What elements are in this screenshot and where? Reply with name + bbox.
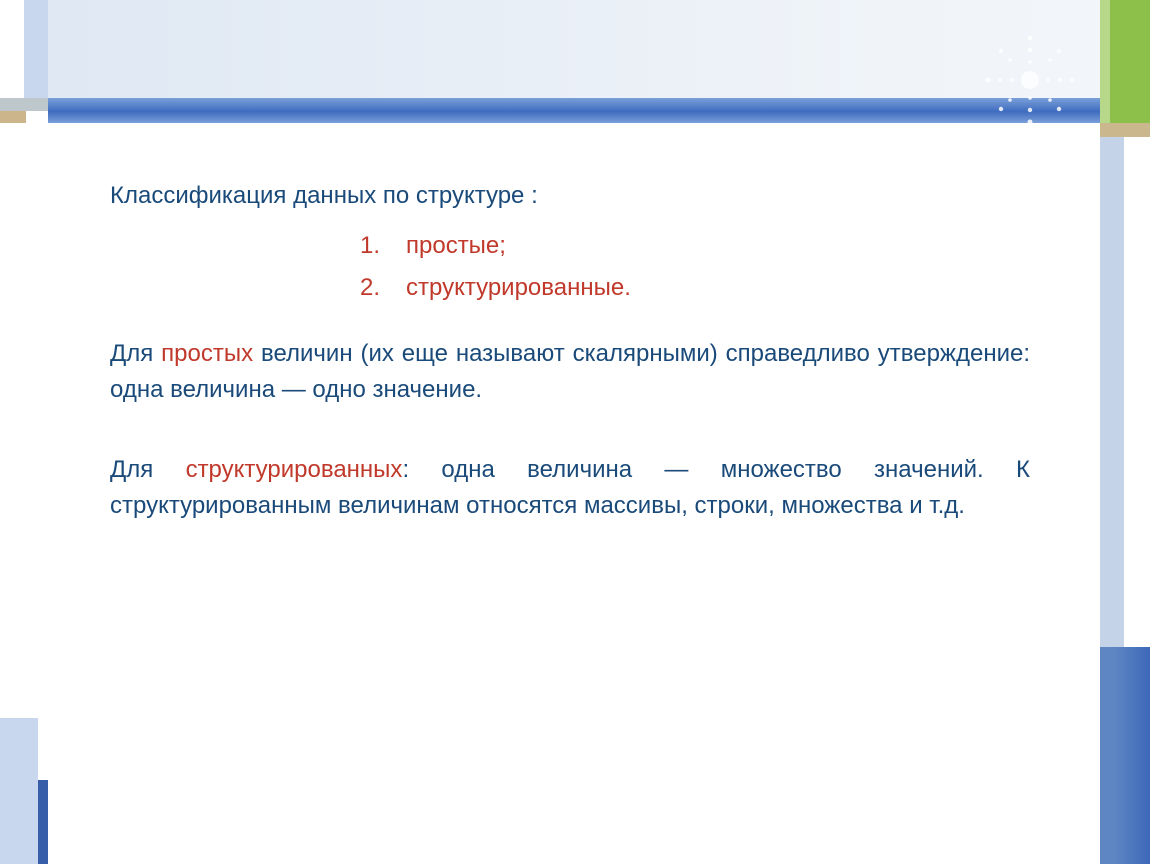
classification-heading: Классификация данных по структуре : <box>110 178 1030 214</box>
paragraph-structured: Для структурированных: одна величина — м… <box>110 452 1030 524</box>
header-bar <box>48 98 1100 123</box>
highlight-structured: структурированных <box>186 456 403 483</box>
classification-list: 1. простые; 2. структурированные. <box>110 228 1030 306</box>
text-fragment: Для <box>110 456 186 483</box>
header-band <box>48 0 1100 98</box>
list-number: 2. <box>110 270 406 306</box>
right-border-strip <box>1100 0 1150 864</box>
list-item: 2. структурированные. <box>110 270 1030 306</box>
left-border-strip <box>0 0 48 864</box>
list-item: 1. простые; <box>110 228 1030 264</box>
text-fragment: Для <box>110 340 161 367</box>
list-text: простые; <box>406 228 506 264</box>
list-number: 1. <box>110 228 406 264</box>
highlight-simple: простых <box>161 340 253 367</box>
paragraph-simple: Для простых величин (их еще называют ска… <box>110 336 1030 408</box>
slide-content: Классификация данных по структуре : 1. п… <box>110 178 1030 524</box>
list-text: структурированные. <box>406 270 631 306</box>
